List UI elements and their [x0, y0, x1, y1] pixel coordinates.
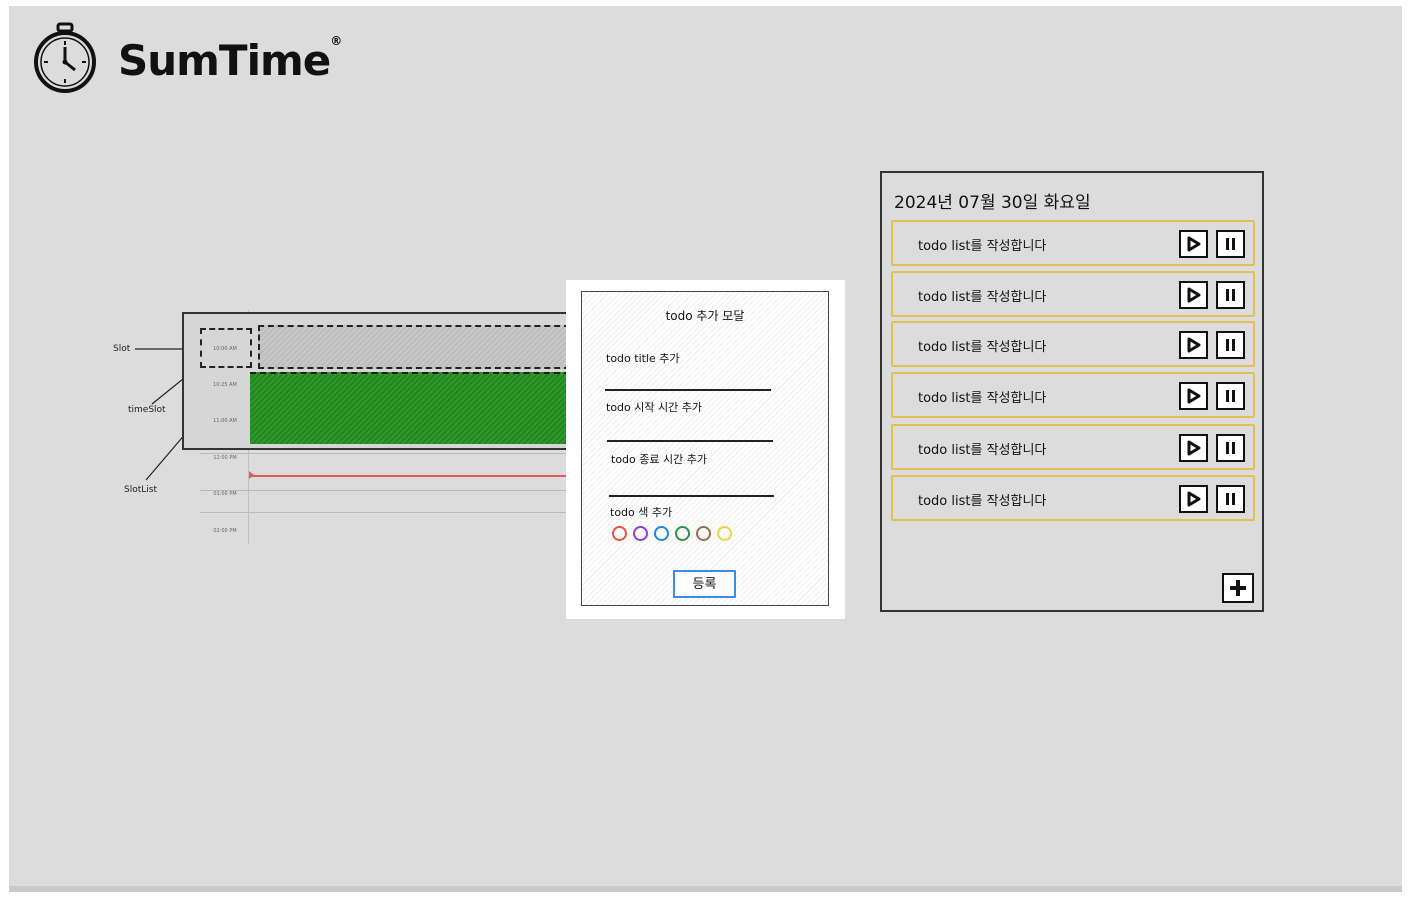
- pause-icon: [1225, 493, 1235, 505]
- play-button[interactable]: [1179, 331, 1208, 359]
- time-label: 01:00 PM: [213, 491, 237, 497]
- event-block[interactable]: [250, 372, 570, 444]
- color-option-yellow[interactable]: [717, 526, 732, 541]
- color-picker: [612, 526, 732, 541]
- play-button[interactable]: [1179, 230, 1208, 258]
- play-icon: [1187, 440, 1200, 456]
- play-icon: [1187, 236, 1200, 252]
- pause-button[interactable]: [1216, 230, 1245, 258]
- play-button[interactable]: [1179, 382, 1208, 410]
- pause-icon: [1225, 289, 1235, 301]
- pause-icon: [1225, 238, 1235, 250]
- time-label: 10:25 AM: [213, 382, 237, 388]
- color-option-brown[interactable]: [696, 526, 711, 541]
- todo-item-text: todo list를 작성합니다: [918, 239, 1047, 254]
- color-option-green[interactable]: [675, 526, 690, 541]
- pause-icon: [1225, 442, 1235, 454]
- start-time-input[interactable]: [607, 440, 773, 442]
- play-button[interactable]: [1179, 434, 1208, 462]
- end-time-input[interactable]: [609, 495, 774, 497]
- time-label: 10:00 AM: [213, 346, 237, 352]
- todo-item-text: todo list를 작성합니다: [918, 443, 1047, 458]
- pause-button[interactable]: [1216, 485, 1245, 513]
- bottom-bar: [9, 886, 1402, 892]
- todo-add-modal: todo 추가 모달 todo title 추가 todo 시작 시간 추가 t…: [581, 291, 829, 606]
- plus-icon: [1230, 580, 1246, 596]
- todo-item[interactable]: todo list를 작성합니다: [891, 271, 1255, 317]
- end-time-label: todo 종료 시간 추가: [611, 453, 707, 466]
- color-option-purple[interactable]: [633, 526, 648, 541]
- pause-button[interactable]: [1216, 434, 1245, 462]
- play-icon: [1187, 491, 1200, 507]
- todo-panel: 2024년 07월 30일 화요일 todo list를 작성합니다 todo …: [880, 171, 1264, 612]
- title-input[interactable]: [605, 389, 771, 391]
- pause-button[interactable]: [1216, 331, 1245, 359]
- trademark-mark: ®: [330, 33, 342, 48]
- submit-button[interactable]: 등록: [673, 570, 736, 598]
- todo-item[interactable]: todo list를 작성합니다: [891, 372, 1255, 418]
- title-field-label: todo title 추가: [606, 352, 680, 365]
- todo-item-text: todo list를 작성합니다: [918, 290, 1047, 305]
- play-icon: [1187, 388, 1200, 404]
- slot-gray[interactable]: [258, 325, 570, 369]
- time-label: 12:00 PM: [213, 455, 237, 461]
- color-option-red[interactable]: [612, 526, 627, 541]
- todo-item[interactable]: todo list를 작성합니다: [891, 475, 1255, 521]
- time-label: 11:00 AM: [213, 418, 237, 424]
- todo-item-text: todo list를 작성합니다: [918, 391, 1047, 406]
- todo-item-text: todo list를 작성합니다: [918, 494, 1047, 509]
- row-divider: [200, 453, 570, 454]
- pause-button[interactable]: [1216, 382, 1245, 410]
- play-icon: [1187, 337, 1200, 353]
- play-icon: [1187, 287, 1200, 303]
- row-divider: [200, 512, 570, 513]
- todo-item[interactable]: todo list를 작성합니다: [891, 321, 1255, 367]
- row-divider: [200, 490, 570, 491]
- play-button[interactable]: [1179, 281, 1208, 309]
- color-option-blue[interactable]: [654, 526, 669, 541]
- modal-title: todo 추가 모달: [665, 309, 745, 323]
- start-time-label: todo 시작 시간 추가: [606, 401, 702, 414]
- play-button[interactable]: [1179, 485, 1208, 513]
- color-label: todo 색 추가: [610, 506, 673, 519]
- timeline: 10:00 AM 10:25 AM 11:00 AM 12:00 PM 01:0…: [180, 310, 570, 550]
- now-line: [250, 475, 570, 477]
- add-todo-button[interactable]: [1222, 573, 1254, 603]
- pause-icon: [1225, 339, 1235, 351]
- todo-item[interactable]: todo list를 작성합니다: [891, 424, 1255, 470]
- pause-icon: [1225, 390, 1235, 402]
- pause-button[interactable]: [1216, 281, 1245, 309]
- todo-item[interactable]: todo list를 작성합니다: [891, 220, 1255, 266]
- panel-date: 2024년 07월 30일 화요일: [894, 193, 1091, 213]
- todo-item-text: todo list를 작성합니다: [918, 340, 1047, 355]
- time-label: 02:00 PM: [213, 528, 237, 534]
